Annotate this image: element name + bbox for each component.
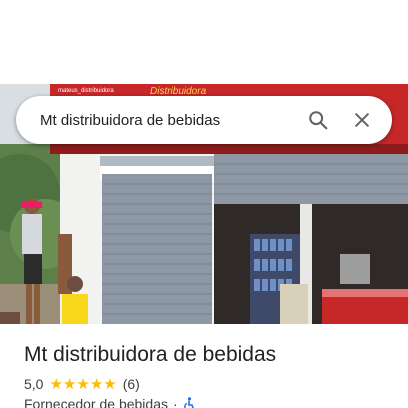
star-icon: ★ xyxy=(62,374,77,393)
star-icon: ★ xyxy=(76,374,90,393)
search-bar[interactable]: Mt distribuidora de bebidas xyxy=(16,96,392,144)
top-blank-area xyxy=(0,0,408,84)
star-icon: ★ xyxy=(49,374,63,393)
rating-stars: ★ ★ ★ ★ ★ xyxy=(49,374,117,393)
wheelchair-icon xyxy=(183,397,194,408)
rating-value: 5,0 xyxy=(24,376,44,392)
close-icon xyxy=(355,113,369,127)
separator: · xyxy=(173,396,178,408)
star-icon: ★ xyxy=(89,374,104,393)
place-info-panel: Mt distribuidora de bebidas 5,0 ★ ★ ★ ★ … xyxy=(0,324,408,408)
search-icon xyxy=(309,111,328,130)
clear-search-button[interactable] xyxy=(340,98,384,142)
search-input[interactable]: Mt distribuidora de bebidas xyxy=(16,112,296,129)
rating-row[interactable]: 5,0 ★ ★ ★ ★ ★ (6) xyxy=(24,376,140,392)
review-count[interactable]: (6) xyxy=(123,376,140,392)
star-icon: ★ xyxy=(103,374,117,393)
search-button[interactable] xyxy=(296,98,340,142)
place-title: Mt distribuidora de bebidas xyxy=(24,343,277,366)
category-row: Fornecedor de bebidas · xyxy=(24,396,195,408)
place-category: Fornecedor de bebidas xyxy=(24,396,168,408)
sign-small-text: mateus_distribuidora xyxy=(58,88,114,94)
